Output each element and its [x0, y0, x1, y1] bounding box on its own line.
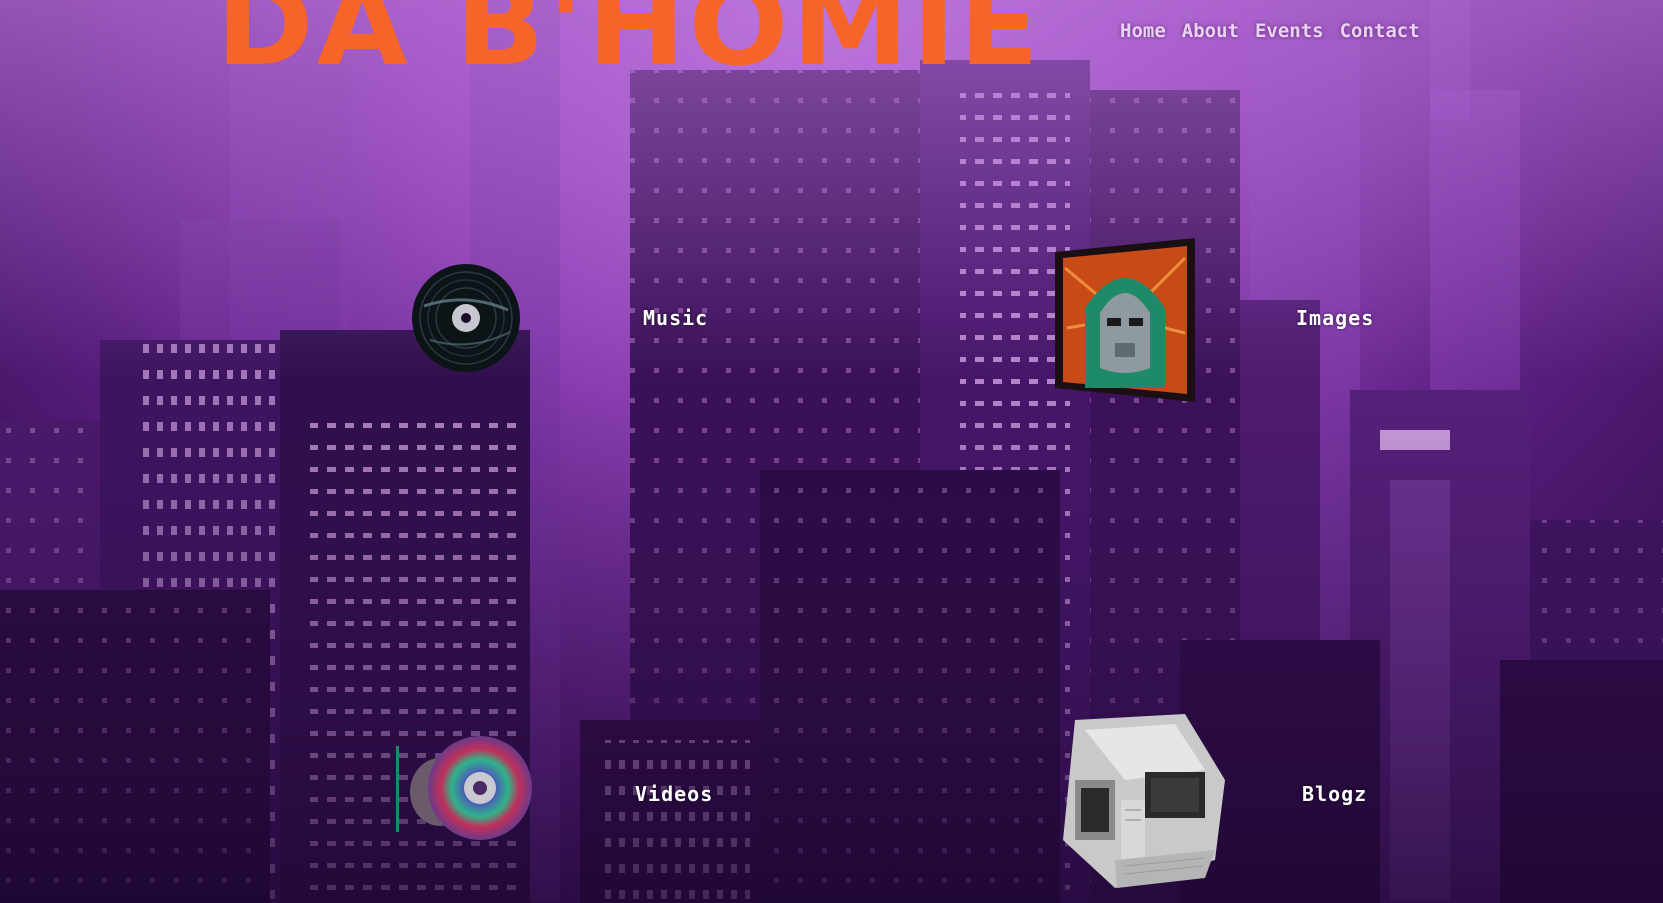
images-link[interactable]: Images: [1296, 306, 1374, 330]
cd-disc-icon[interactable]: [392, 732, 534, 846]
city-skyline-background: [0, 0, 1663, 903]
music-link[interactable]: Music: [643, 306, 708, 330]
videos-link[interactable]: Videos: [635, 782, 713, 806]
site-title[interactable]: DA B'HOMIE: [216, 0, 1042, 82]
nav-contact[interactable]: Contact: [1340, 20, 1420, 42]
nav-about[interactable]: About: [1182, 20, 1239, 42]
vinyl-record-icon[interactable]: [410, 262, 522, 374]
nav-home[interactable]: Home: [1120, 20, 1166, 42]
computer-cube-icon[interactable]: [1055, 710, 1233, 892]
main-nav: Home About Events Contact: [1120, 20, 1420, 42]
masked-villain-artwork-icon[interactable]: [1055, 238, 1195, 402]
nav-events[interactable]: Events: [1255, 20, 1324, 42]
blogz-link[interactable]: Blogz: [1302, 782, 1367, 806]
